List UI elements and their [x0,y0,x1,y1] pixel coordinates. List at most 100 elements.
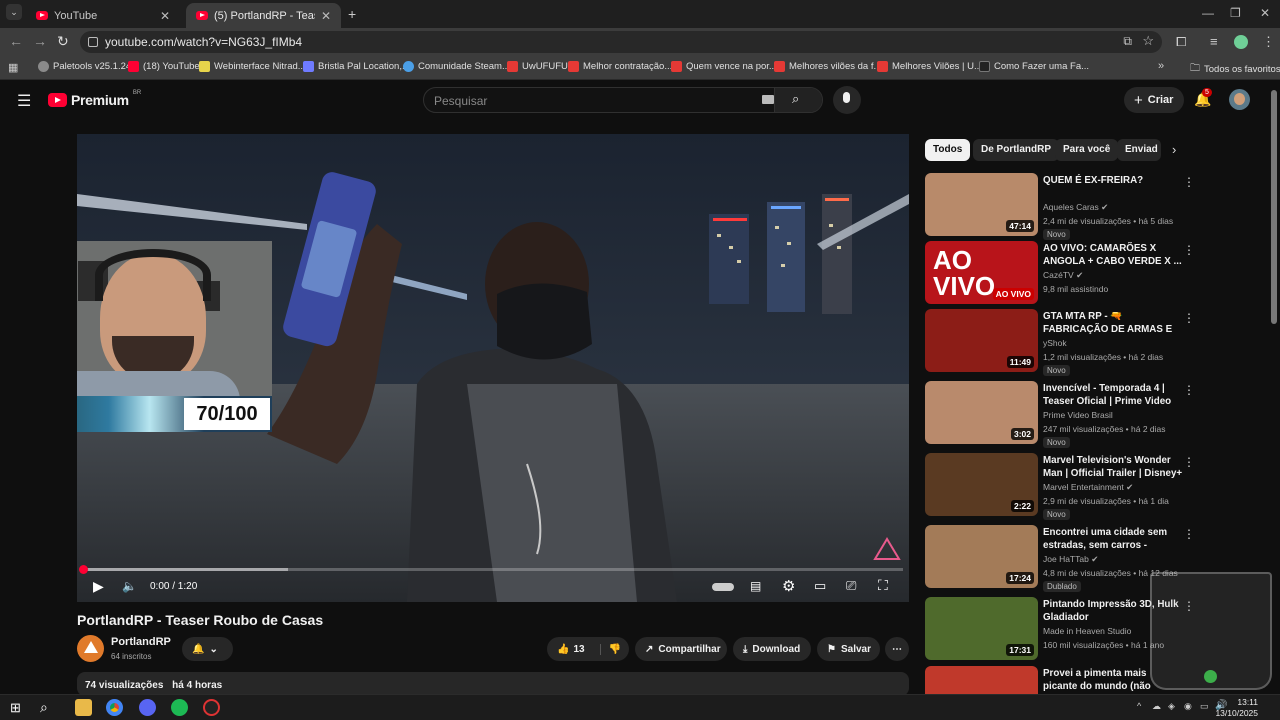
chevron-right-icon[interactable]: › [1172,142,1176,157]
thumbs-down-icon[interactable]: 👎 [599,643,621,655]
autoplay-toggle[interactable] [712,583,734,591]
chip-de-portlandrp[interactable]: De PortlandRP [973,139,1060,161]
save-button[interactable]: ⚑ Salvar [817,637,880,661]
obs-icon[interactable] [203,699,220,716]
progress-bar[interactable] [79,565,903,574]
bookmark-item[interactable]: Paletools v25.1.24 [38,61,131,72]
chip-para-voce[interactable]: Para você [1055,139,1119,161]
theater-mode-icon[interactable]: ▭ [814,578,826,594]
play-icon[interactable]: ▶ [93,578,104,595]
bookmark-item[interactable]: Melhores vilões da f... [774,61,881,72]
tray-app-icon[interactable]: ☁ [1152,701,1161,712]
tab-youtube[interactable]: YouTube ✕ [26,3,180,28]
settings-gear-icon[interactable]: ⚙ [782,577,795,595]
chrome-icon[interactable] [106,699,123,716]
close-icon[interactable]: ✕ [160,9,170,23]
chip-enviados[interactable]: Enviad [1117,139,1161,161]
bookmark-item[interactable]: Comunidade Steam... [403,61,510,72]
account-avatar[interactable] [1229,89,1250,110]
keyboard-icon[interactable] [762,95,774,104]
more-vertical-icon[interactable]: ⋮ [1183,243,1195,257]
cast-install-icon[interactable]: ⧉ [1123,34,1132,49]
tab-search-button[interactable]: ⌄ [6,4,22,20]
more-bookmarks-icon[interactable]: » [1158,60,1164,72]
youtube-logo[interactable]: Premium BR [48,90,141,108]
scrubber-handle[interactable] [79,565,88,574]
more-vertical-icon[interactable]: ⋮ [1183,311,1195,325]
more-vertical-icon[interactable]: ⋮ [1183,383,1195,397]
video-thumbnail[interactable]: 11:49 [925,309,1038,372]
network-icon[interactable]: ▭ [1200,701,1209,712]
search-button[interactable]: ⌕ [774,88,822,112]
description-box[interactable]: 74 visualizações há 4 horas [77,672,909,696]
profile-avatar[interactable] [1234,35,1248,49]
bookmark-item[interactable]: Melhor contratação... [568,61,672,72]
channel-name[interactable]: PortlandRP [111,636,171,648]
video-thumbnail[interactable] [925,666,1038,694]
tab-portlandrp[interactable]: (5) PortlandRP - Teaser Roubo d ✕ [186,3,341,28]
voice-search-button[interactable] [833,86,861,114]
restore-icon[interactable]: ❐ [1230,6,1241,20]
tray-chevron-icon[interactable]: ^ [1137,701,1141,711]
subtitles-icon[interactable]: ▤ [750,579,761,593]
hamburger-menu-icon[interactable]: ☰ [17,91,31,111]
windows-start-icon[interactable]: ⊞ [10,700,21,716]
file-explorer-icon[interactable] [75,699,92,716]
chip-todos[interactable]: Todos [925,139,971,161]
close-window-icon[interactable]: ✕ [1260,6,1270,20]
close-icon[interactable]: ✕ [321,9,331,23]
like-button[interactable]: 👍 13 [557,644,585,655]
more-vertical-icon[interactable]: ⋮ [1183,527,1195,541]
download-button[interactable]: ⤓ Download [733,637,811,661]
video-thumbnail[interactable]: 47:14 [925,173,1038,236]
recommendation-item[interactable]: 11:49 GTA MTA RP - 🔫 FABRICAÇÃO DE ARMAS… [925,309,1205,376]
video-thumbnail[interactable]: AO VIVO AO VIVO [925,241,1038,304]
share-button[interactable]: ↗ Compartilhar [635,637,727,661]
address-bar[interactable]: youtube.com/watch?v=NG63J_fIMb4 ⧉ ☆ [80,31,1162,53]
spotify-icon[interactable] [171,699,188,716]
video-thumbnail[interactable]: 17:24 [925,525,1038,588]
bookmark-item[interactable]: Webinterface Nitrad... [199,61,306,72]
system-clock[interactable]: 13:11 13/10/2025 [1215,697,1258,719]
search-input[interactable] [434,92,754,110]
apps-grid-icon[interactable]: ▦ [8,61,18,74]
bookmark-star-icon[interactable]: ☆ [1142,33,1154,49]
bookmark-item[interactable]: Bristla Pal Location,... [303,61,410,72]
bookmark-item[interactable]: Melhores Vilões | U... [877,61,982,72]
video-thumbnail[interactable]: 3:02 [925,381,1038,444]
volume-icon[interactable]: 🔈 [122,579,137,593]
subscribe-bell-button[interactable]: 🔔 ⌄ [182,637,233,661]
video-thumbnail[interactable]: 2:22 [925,453,1038,516]
reload-icon[interactable]: ↻ [57,33,69,50]
bookmark-item[interactable]: UwUFUFU [507,61,568,72]
cast-icon[interactable]: ⎚ [846,578,856,594]
recommendation-item[interactable]: AO VIVO AO VIVO AO VIVO: CAMARÕES X ANGOL… [925,241,1205,307]
search-icon[interactable]: ⌕ [40,699,48,716]
all-bookmarks-folder[interactable]: 🗀 Todos os favoritos [1190,61,1280,78]
fullscreen-icon[interactable]: ⛶ [878,577,888,594]
tray-app-icon[interactable]: ◈ [1168,701,1175,712]
page-scrollbar[interactable] [1271,90,1277,324]
site-info-icon[interactable] [88,37,98,47]
tray-app-icon[interactable]: ◉ [1184,701,1192,712]
video-thumbnail[interactable]: 17:31 [925,597,1038,660]
more-vertical-icon[interactable]: ⋮ [1183,175,1195,189]
minimize-icon[interactable]: — [1202,6,1214,20]
recommendation-item[interactable]: 47:14 QUEM É EX-FREIRA? Aqueles Caras ✔ … [925,173,1205,240]
new-tab-icon[interactable]: + [348,6,356,22]
channel-avatar[interactable] [77,635,104,662]
bookmark-item[interactable]: (18) YouTube [128,61,200,72]
more-vertical-icon[interactable]: ⋮ [1183,455,1195,469]
back-icon[interactable]: ← [9,33,23,49]
video-player[interactable]: 70/100 [77,134,909,602]
media-controls-icon[interactable]: ≡ [1210,34,1218,49]
more-actions-button[interactable]: ⋯ [885,637,909,661]
recommendation-item[interactable]: 2:22 Marvel Television's Wonder Man | Of… [925,453,1205,520]
recommendation-item[interactable]: 3:02 Invencível - Temporada 4 | Teaser O… [925,381,1205,448]
bookmark-item[interactable]: Quem vence na por... [671,61,777,72]
discord-icon[interactable] [139,699,156,716]
forward-icon[interactable]: → [33,33,47,49]
bookmark-item[interactable]: Como Fazer uma Fa... [979,61,1089,72]
create-button[interactable]: + Criar [1124,87,1184,113]
extensions-icon[interactable]: ⧠ [1176,34,1186,50]
